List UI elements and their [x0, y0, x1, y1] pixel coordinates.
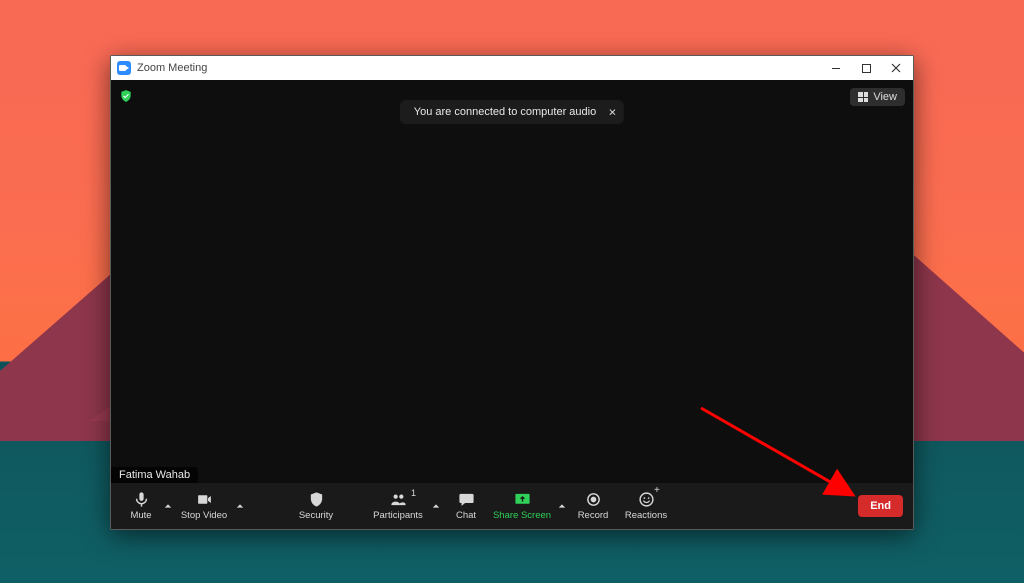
meeting-toolbar: Mute Stop Video Security — [111, 483, 913, 529]
minimize-button[interactable] — [821, 56, 851, 80]
reactions-label: Reactions — [625, 510, 667, 521]
end-meeting-button[interactable]: End — [858, 495, 903, 517]
zoom-logo-icon — [117, 61, 131, 75]
window-titlebar[interactable]: Zoom Meeting — [111, 56, 913, 80]
share-screen-label: Share Screen — [493, 510, 551, 521]
audio-options-chevron[interactable] — [161, 483, 175, 529]
gallery-view-icon — [858, 92, 868, 102]
record-icon — [585, 491, 602, 508]
close-icon — [891, 63, 901, 73]
chat-button[interactable]: Chat — [443, 483, 489, 529]
video-camera-icon — [196, 491, 213, 508]
stop-video-label: Stop Video — [181, 510, 227, 521]
reactions-button[interactable]: + Reactions — [617, 483, 675, 529]
record-label: Record — [578, 510, 609, 521]
close-window-button[interactable] — [881, 56, 911, 80]
security-button[interactable]: Security — [287, 483, 345, 529]
encryption-shield-icon[interactable] — [119, 88, 133, 104]
maximize-button[interactable] — [851, 56, 881, 80]
minimize-icon — [831, 63, 841, 73]
toast-close-button[interactable]: × — [609, 105, 617, 120]
participants-button[interactable]: 1 Participants — [367, 483, 429, 529]
video-options-chevron[interactable] — [233, 483, 247, 529]
share-options-chevron[interactable] — [555, 483, 569, 529]
stop-video-button[interactable]: Stop Video — [175, 483, 233, 529]
participants-options-chevron[interactable] — [429, 483, 443, 529]
security-label: Security — [299, 510, 333, 521]
participant-name: Fatima Wahab — [119, 469, 190, 481]
shield-icon — [308, 491, 325, 508]
chat-label: Chat — [456, 510, 476, 521]
participants-label: Participants — [373, 510, 423, 521]
chevron-up-icon — [236, 502, 244, 510]
mute-label: Mute — [130, 510, 151, 521]
end-label: End — [870, 500, 891, 512]
meeting-content-area: View You are connected to computer audio… — [111, 80, 913, 483]
reactions-smiley-icon — [638, 491, 655, 508]
plus-indicator-icon: + — [654, 487, 661, 494]
participants-icon — [390, 491, 407, 508]
toast-message: You are connected to computer audio — [414, 106, 596, 118]
chevron-up-icon — [164, 502, 172, 510]
share-screen-icon — [514, 491, 531, 508]
participant-name-badge: Fatima Wahab — [111, 467, 198, 483]
chat-bubble-icon — [458, 491, 475, 508]
share-screen-button[interactable]: Share Screen — [489, 483, 555, 529]
chevron-up-icon — [558, 502, 566, 510]
window-title: Zoom Meeting — [137, 62, 207, 74]
desktop-background: Zoom Meeting View You are co — [0, 0, 1024, 583]
record-button[interactable]: Record — [569, 483, 617, 529]
mute-button[interactable]: Mute — [121, 483, 161, 529]
view-button[interactable]: View — [850, 88, 905, 106]
participants-count-badge: 1 — [411, 488, 416, 498]
chevron-up-icon — [432, 502, 440, 510]
microphone-icon — [133, 491, 150, 508]
view-label: View — [873, 91, 897, 103]
audio-connected-toast: You are connected to computer audio × — [400, 100, 624, 124]
zoom-meeting-window: Zoom Meeting View You are co — [110, 55, 914, 530]
maximize-icon — [862, 64, 871, 73]
